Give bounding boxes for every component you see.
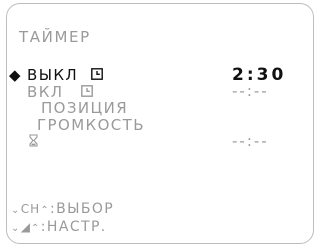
- screen-title: ТАЙМЕР: [19, 28, 91, 46]
- clock-icon: [81, 85, 93, 97]
- hourglass-icon: [29, 134, 38, 147]
- chevron-down-icon: ⌄: [11, 205, 21, 216]
- selection-marker: ◆: [9, 66, 22, 84]
- menu-item-position[interactable]: ПОЗИЦИЯ: [41, 101, 128, 116]
- hint-select-label: ВЫБОР: [56, 201, 115, 217]
- menu-item-volume[interactable]: ГРОМКОСТЬ: [37, 118, 145, 133]
- menu-item-on[interactable]: ВКЛ: [27, 85, 63, 100]
- chevron-down-icon: ⌄: [11, 223, 21, 234]
- hint-adjust-label: НАСТР.: [46, 219, 107, 235]
- volume-updown-icon: ◢: [20, 220, 32, 234]
- chevron-up-icon: ⌃: [31, 223, 41, 234]
- hint-select: ⌄CH⌃:ВЫБОР: [11, 202, 114, 216]
- osd-screen: ТАЙМЕР ◆ ВЫКЛ 2:30 ВКЛ --:-- ПОЗИЦИЯ ГРО…: [6, 3, 314, 244]
- chevron-up-icon: ⌃: [40, 205, 50, 216]
- channel-updown-icon: CH: [20, 202, 41, 216]
- menu-item-off[interactable]: ВЫКЛ: [27, 68, 78, 83]
- clock-icon: [91, 68, 103, 80]
- hint-adjust: ⌄◢⌃:НАСТР.: [11, 220, 107, 234]
- sleep-time-value[interactable]: --:--: [232, 134, 269, 149]
- on-time-value[interactable]: --:--: [232, 84, 269, 99]
